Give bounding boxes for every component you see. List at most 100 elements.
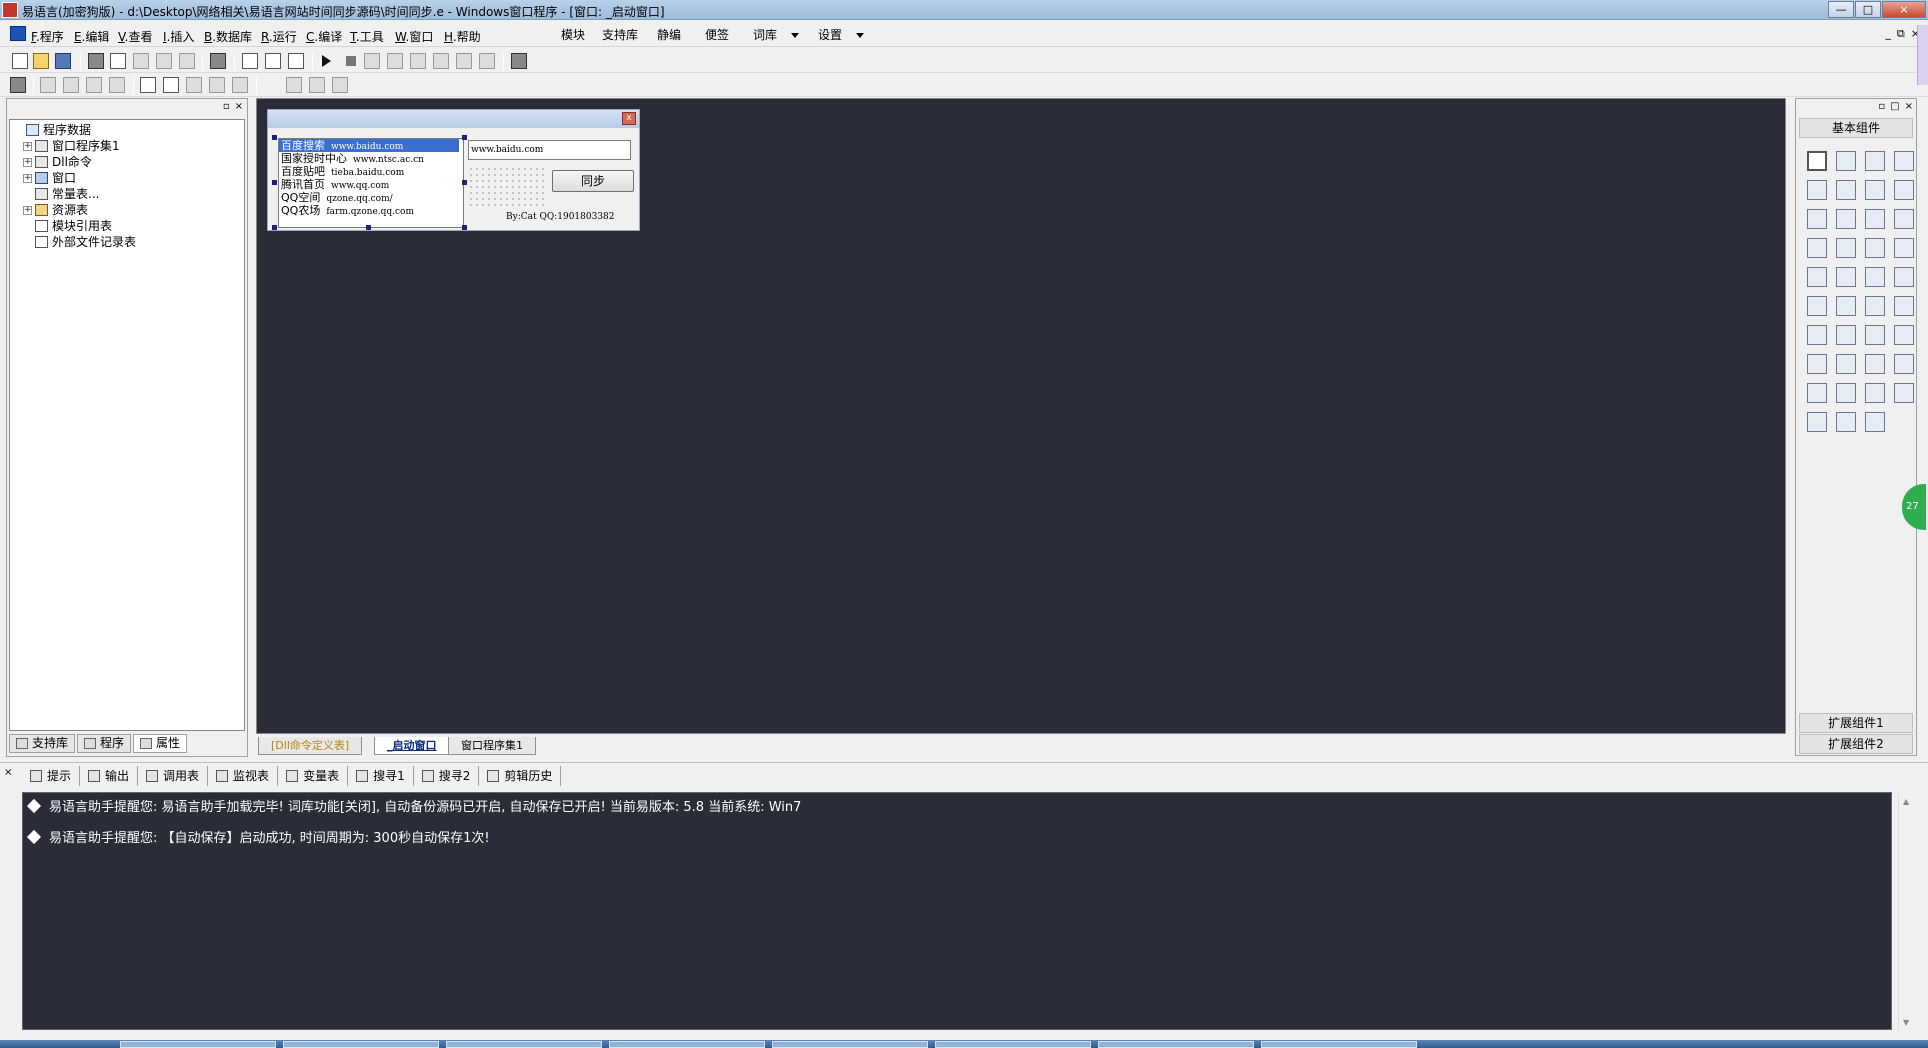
expand-icon[interactable]: + xyxy=(23,205,32,215)
component-icon[interactable] xyxy=(1836,238,1856,258)
same-height-icon[interactable] xyxy=(232,77,248,93)
tree-item[interactable]: 模块引用表 xyxy=(14,218,244,234)
component-icon[interactable] xyxy=(1865,412,1885,432)
component-icon[interactable] xyxy=(1836,383,1856,403)
tab-dll-definitions[interactable]: [Dll命令定义表] xyxy=(258,737,363,755)
component-icon[interactable] xyxy=(1836,412,1856,432)
undo-icon[interactable] xyxy=(179,53,195,69)
component-icon[interactable] xyxy=(1894,325,1914,345)
component-icon[interactable] xyxy=(1807,325,1827,345)
tab-search-2[interactable]: 搜寻2 xyxy=(414,766,480,786)
save-icon[interactable] xyxy=(55,53,71,69)
maximize-button[interactable]: □ xyxy=(1855,1,1881,18)
menu-tools[interactable]: T.工具 xyxy=(350,28,384,45)
component-icon[interactable] xyxy=(1807,354,1827,374)
output-console[interactable]: 易语言助手提醒您: 易语言助手加载完毕! 词库功能[关闭], 自动备份源码已开启… xyxy=(22,792,1892,1030)
taskbar-button[interactable] xyxy=(446,1041,602,1048)
paste-icon[interactable] xyxy=(133,53,149,69)
resize-handle[interactable] xyxy=(366,225,371,230)
center-vertical-icon[interactable] xyxy=(163,77,179,93)
center-horizontal-icon[interactable] xyxy=(140,77,156,93)
tree-item[interactable]: 程序数据 xyxy=(14,122,244,138)
open-folder-icon[interactable] xyxy=(33,53,49,69)
component-icon[interactable] xyxy=(1865,238,1885,258)
pin-icon[interactable]: ▫ xyxy=(223,101,230,112)
find-icon[interactable] xyxy=(210,53,226,69)
list-item[interactable]: 国家授时中心 www.ntsc.ac.cn xyxy=(279,152,463,165)
menu-compile[interactable]: C.编译 xyxy=(306,28,342,45)
expand-icon[interactable]: + xyxy=(23,141,32,151)
menu-edit[interactable]: E.编辑 xyxy=(74,28,109,45)
component-icon[interactable] xyxy=(1836,180,1856,200)
panel-close-icon[interactable]: × xyxy=(1905,101,1913,112)
copy-icon[interactable] xyxy=(110,53,126,69)
tab-output[interactable]: 输出 xyxy=(80,766,139,786)
component-icon[interactable] xyxy=(1894,354,1914,374)
tab-properties[interactable]: 属性 xyxy=(133,734,188,753)
component-icon[interactable] xyxy=(1836,325,1856,345)
helper-icon[interactable] xyxy=(511,53,527,69)
mdi-minimize-button[interactable]: _ xyxy=(1885,27,1891,41)
resize-handle[interactable] xyxy=(272,135,277,140)
minimize-button[interactable]: — xyxy=(1828,1,1854,18)
extended-components-2-button[interactable]: 扩展组件2 xyxy=(1799,734,1913,754)
tree-item[interactable]: 常量表... xyxy=(14,186,244,202)
tab-watch[interactable]: 监视表 xyxy=(208,766,279,786)
resize-handle[interactable] xyxy=(462,180,467,185)
mdi-restore-button[interactable]: ⧉ xyxy=(1897,27,1905,41)
component-icon[interactable] xyxy=(1865,180,1885,200)
run-icon[interactable] xyxy=(322,55,331,67)
menu-database[interactable]: B.数据库 xyxy=(204,28,252,45)
component-icon[interactable] xyxy=(1894,296,1914,316)
tree-item[interactable]: 外部文件记录表 xyxy=(14,234,244,250)
align-top-icon[interactable] xyxy=(86,77,102,93)
taskbar-button[interactable] xyxy=(1261,1041,1417,1048)
component-icon[interactable] xyxy=(1836,296,1856,316)
scroll-up-icon[interactable]: ▲ xyxy=(1903,797,1909,806)
tab-support-library[interactable]: 支持库 xyxy=(9,734,76,753)
close-button[interactable]: × xyxy=(1882,1,1926,18)
lock-layout-icon[interactable] xyxy=(332,77,348,93)
tab-program[interactable]: 程序 xyxy=(77,734,132,753)
tab-search-1[interactable]: 搜寻1 xyxy=(348,766,414,786)
run-to-cursor-icon[interactable] xyxy=(433,53,449,69)
restore-icon[interactable]: □ xyxy=(1890,101,1899,112)
space-horizontal-icon[interactable] xyxy=(186,77,202,93)
form-designer[interactable]: x 百度搜索 www.baidu.com 国家授时中心 www.ntsc.ac.cn 百… xyxy=(256,98,1786,734)
component-icon[interactable] xyxy=(1865,325,1885,345)
hand-icon[interactable] xyxy=(479,53,495,69)
panel-close-icon[interactable]: × xyxy=(235,101,243,112)
tab-call-stack[interactable]: 调用表 xyxy=(138,766,209,786)
menu-notes[interactable]: 便签 xyxy=(705,26,729,43)
taskbar-button[interactable] xyxy=(120,1041,276,1048)
pin-icon[interactable]: ▫ xyxy=(1878,101,1885,112)
align-right-icon[interactable] xyxy=(63,77,79,93)
extended-components-1-button[interactable]: 扩展组件1 xyxy=(1799,713,1913,733)
tree-item[interactable]: + 资源表 xyxy=(14,202,244,218)
menu-static-compile[interactable]: 静编 xyxy=(657,26,681,43)
component-icon[interactable] xyxy=(1865,383,1885,403)
menu-window[interactable]: W.窗口 xyxy=(395,28,433,45)
resize-handle[interactable] xyxy=(272,225,277,230)
component-icon[interactable] xyxy=(1807,383,1827,403)
component-icon[interactable] xyxy=(1865,354,1885,374)
taskbar-button[interactable] xyxy=(772,1041,928,1048)
list-item[interactable]: 百度搜索 www.baidu.com xyxy=(279,139,459,152)
taskbar-button[interactable] xyxy=(1098,1041,1254,1048)
tab-tips[interactable]: 提示 xyxy=(22,766,81,786)
menu-thesaurus[interactable]: 词库 xyxy=(753,26,800,43)
expand-icon[interactable]: + xyxy=(23,157,32,167)
document-icon[interactable] xyxy=(10,26,26,41)
component-icon[interactable] xyxy=(1807,238,1827,258)
startup-window-form[interactable]: x 百度搜索 www.baidu.com 国家授时中心 www.ntsc.ac.cn 百… xyxy=(267,109,640,231)
menu-run[interactable]: R.运行 xyxy=(261,28,297,45)
panel-close-icon[interactable]: × xyxy=(4,767,12,778)
list-item[interactable]: QQ空间 qzone.qq.com/ xyxy=(279,191,463,204)
output-scrollbar[interactable]: ▲ ▼ xyxy=(1898,793,1914,1031)
tab-clipboard-history[interactable]: 剪辑历史 xyxy=(479,766,562,786)
list-item[interactable]: 百度贴吧 tieba.baidu.com xyxy=(279,165,463,178)
menu-program[interactable]: F.程序 xyxy=(31,28,64,45)
component-icon[interactable] xyxy=(1807,209,1827,229)
tab-variables[interactable]: 变量表 xyxy=(278,766,349,786)
sync-button[interactable]: 同步 xyxy=(552,170,634,192)
